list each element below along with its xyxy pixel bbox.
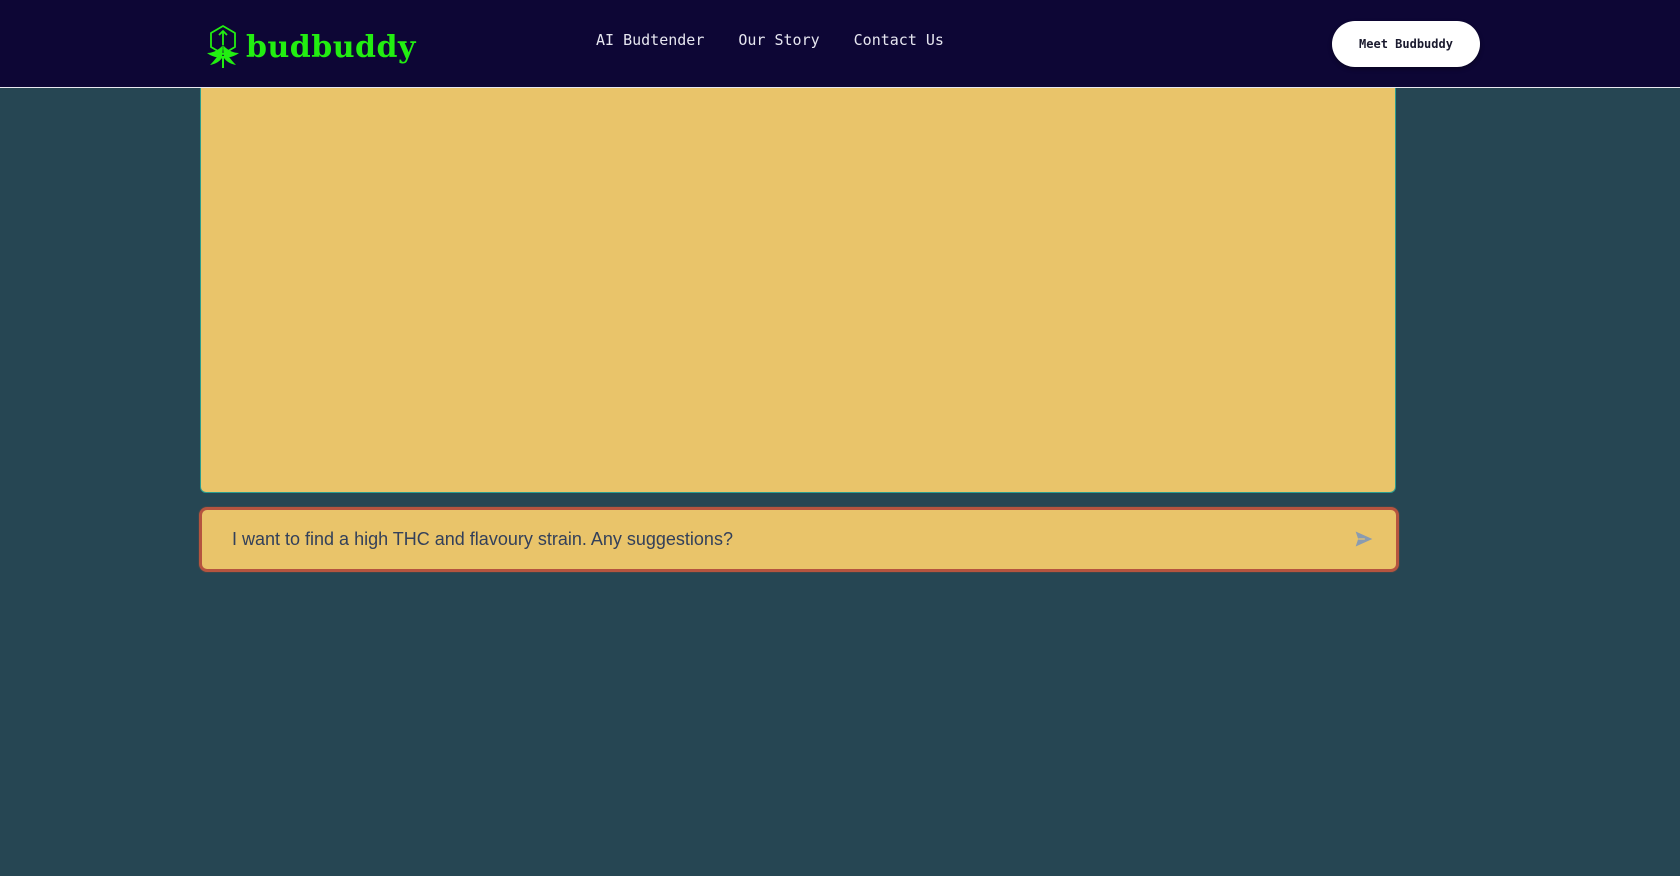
chat-input-box <box>199 507 1399 572</box>
chat-input[interactable] <box>232 510 1312 569</box>
site-header: budbuddy AI Budtender Our Story Contact … <box>0 0 1680 88</box>
send-button[interactable] <box>1354 527 1378 551</box>
cannabis-leaf-icon <box>207 25 239 68</box>
nav-link-our-story[interactable]: Our Story <box>738 31 819 49</box>
nav-link-contact-us[interactable]: Contact Us <box>854 31 944 49</box>
brand-name: budbuddy <box>246 30 416 65</box>
send-icon <box>1355 531 1373 547</box>
nav-link-ai-budtender[interactable]: AI Budtender <box>596 31 704 49</box>
chat-messages-panel <box>200 88 1396 493</box>
brand-logo[interactable]: budbuddy <box>204 22 416 70</box>
meet-budbuddy-button[interactable]: Meet Budbuddy <box>1332 21 1480 67</box>
main-nav: AI Budtender Our Story Contact Us <box>596 31 944 49</box>
